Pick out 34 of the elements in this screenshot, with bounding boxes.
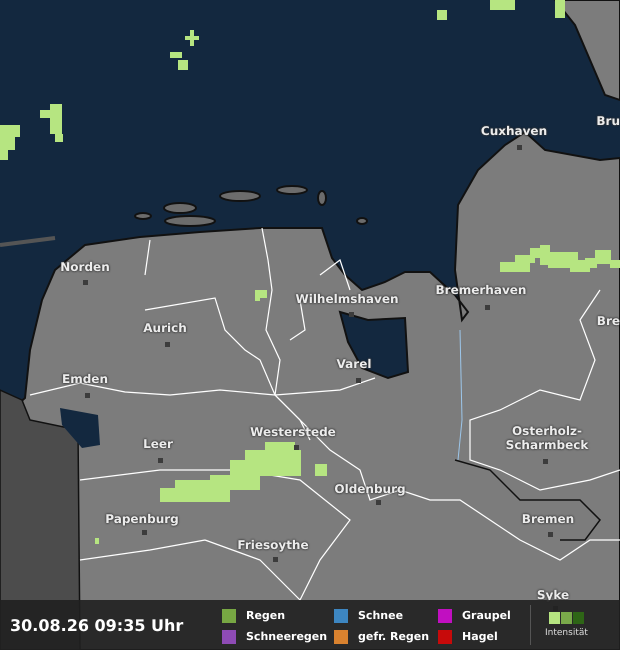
city-marker bbox=[517, 145, 522, 150]
city-marker bbox=[83, 280, 88, 285]
legend-label: Hagel bbox=[462, 630, 498, 643]
city-marker bbox=[548, 532, 553, 537]
legend-label: Schneeregen bbox=[246, 630, 328, 643]
city-label: Papenburg bbox=[105, 512, 179, 526]
city-marker bbox=[142, 530, 147, 535]
city-marker bbox=[294, 445, 299, 450]
legend-label: Graupel bbox=[462, 609, 511, 622]
city-label: Syke bbox=[536, 588, 570, 602]
city-marker bbox=[356, 378, 361, 383]
legend-label: gefr. Regen bbox=[358, 630, 430, 643]
city-marker bbox=[543, 459, 548, 464]
city-marker bbox=[165, 342, 170, 347]
city-marker bbox=[485, 305, 490, 310]
city-marker bbox=[158, 458, 163, 463]
timestamp: 30.08.26 09:35 Uhr bbox=[10, 616, 184, 634]
city-marker bbox=[273, 557, 278, 562]
city-label: Friesoythe bbox=[237, 538, 309, 552]
intensity-label: Intensität bbox=[545, 628, 588, 638]
legend-label: Schnee bbox=[358, 609, 404, 622]
city-label: Aurich bbox=[143, 321, 187, 335]
city-label: Bremen bbox=[522, 512, 574, 526]
city-marker bbox=[376, 500, 381, 505]
city-label: Emden bbox=[62, 372, 108, 386]
legend-label: Regen bbox=[246, 609, 286, 622]
city-marker bbox=[349, 312, 354, 317]
city-label: Norden bbox=[60, 260, 110, 274]
city-label: Wilhelmshaven bbox=[295, 292, 399, 306]
city-marker bbox=[85, 393, 90, 398]
city-label: Leer bbox=[143, 437, 173, 451]
city-label: Bru bbox=[596, 114, 620, 128]
city-label: Cuxhaven bbox=[480, 124, 548, 138]
city-label: Osterholz-Scharmbeck bbox=[504, 424, 590, 452]
